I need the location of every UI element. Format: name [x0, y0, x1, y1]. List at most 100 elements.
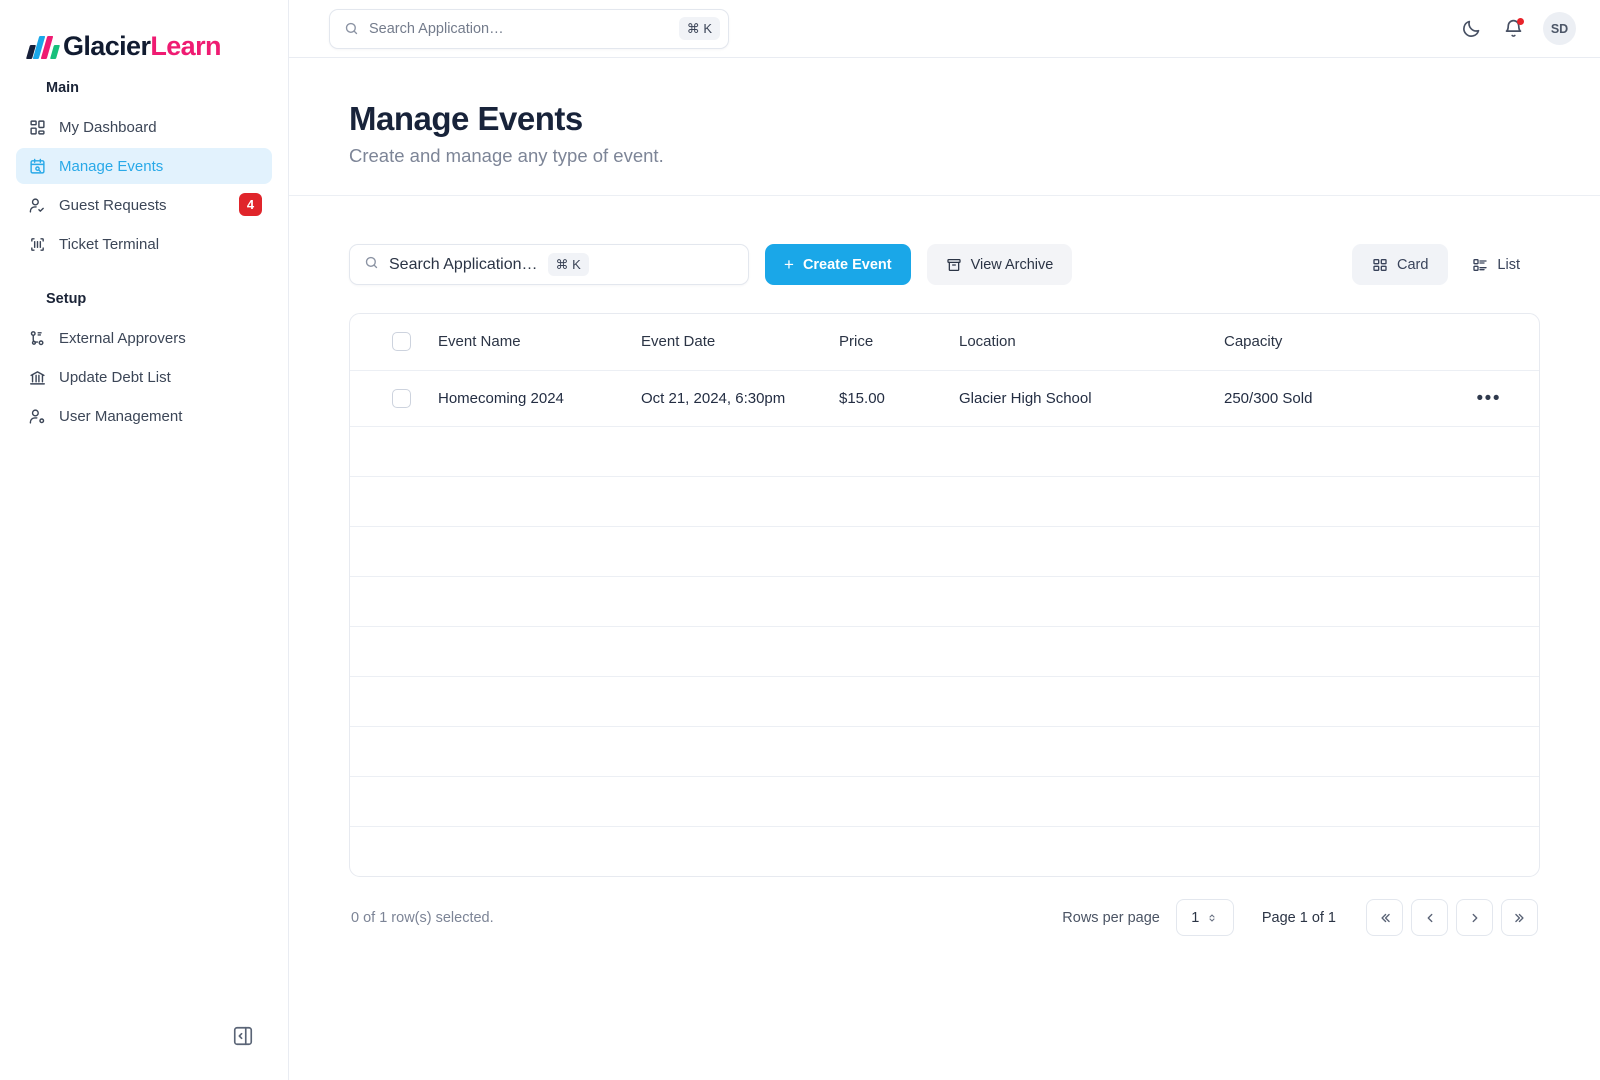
- status-badge: 4: [239, 193, 262, 216]
- chevron-updown-icon: [1206, 912, 1218, 924]
- sidebar-item-ticket-terminal[interactable]: Ticket Terminal: [16, 226, 272, 262]
- column-header-location[interactable]: Location: [959, 314, 1224, 371]
- workflow-icon: [28, 329, 47, 348]
- global-search-shortcut: ⌘ K: [678, 17, 720, 40]
- table-header: Event Name Event Date Price Location Cap…: [350, 314, 1539, 371]
- view-archive-label: View Archive: [970, 256, 1054, 273]
- sidebar-item-label: Guest Requests: [59, 196, 167, 214]
- view-toggle-list[interactable]: List: [1452, 244, 1540, 285]
- grid-icon: [1372, 257, 1388, 273]
- avatar[interactable]: SD: [1543, 12, 1576, 45]
- create-event-button[interactable]: + Create Event: [765, 244, 911, 285]
- selection-summary: 0 of 1 row(s) selected.: [351, 909, 494, 926]
- cell-price: $15.00: [839, 370, 959, 427]
- column-header-price[interactable]: Price: [839, 314, 959, 371]
- next-page-button[interactable]: [1456, 899, 1493, 936]
- table-empty-row: [350, 776, 1539, 827]
- content-area: Search Application… ⌘ K + Create Event V…: [289, 196, 1600, 936]
- search-shortcut: ⌘ K: [547, 253, 589, 276]
- sidebar: GlacierLearn Main My Dashboard Manage Ev…: [0, 0, 289, 1080]
- app-logo[interactable]: GlacierLearn: [0, 0, 288, 62]
- user-check-icon: [28, 196, 47, 215]
- column-header-event-name[interactable]: Event Name: [438, 314, 641, 371]
- sidebar-item-user-management[interactable]: User Management: [16, 398, 272, 434]
- page-title: Manage Events: [349, 100, 583, 137]
- table-empty-row: [350, 826, 1539, 876]
- logo-text-secondary: Learn: [150, 30, 221, 61]
- notification-dot: [1517, 17, 1524, 25]
- table-header-row: Event Name Event Date Price Location Cap…: [350, 314, 1539, 371]
- row-checkbox[interactable]: [392, 388, 411, 408]
- table-row[interactable]: Homecoming 2024 Oct 21, 2024, 6:30pm $15…: [350, 370, 1539, 427]
- global-search-placeholder: Search Application…: [369, 20, 504, 37]
- rows-per-page-value: 1: [1191, 909, 1200, 926]
- table-empty-row: [350, 576, 1539, 627]
- cell-event-date: Oct 21, 2024, 6:30pm: [641, 370, 839, 427]
- topbar-actions: SD: [1459, 12, 1576, 45]
- search-icon: [344, 21, 359, 36]
- bell-icon[interactable]: [1501, 17, 1525, 41]
- archive-icon: [946, 257, 962, 273]
- table-footer: 0 of 1 row(s) selected. Rows per page 1 …: [349, 877, 1540, 936]
- glacier-logo-mark-icon: [25, 33, 61, 59]
- toolbar: Search Application… ⌘ K + Create Event V…: [349, 244, 1540, 285]
- moon-icon[interactable]: [1459, 17, 1483, 41]
- table-empty-row: [350, 726, 1539, 777]
- table-empty-row: [350, 426, 1539, 477]
- prev-page-button[interactable]: [1411, 899, 1448, 936]
- sidebar-item-my-dashboard[interactable]: My Dashboard: [16, 109, 272, 145]
- table-empty-row: [350, 526, 1539, 577]
- page-nav-buttons: [1366, 899, 1538, 936]
- rows-per-page-stepper[interactable]: 1: [1175, 899, 1234, 936]
- view-toggle-card[interactable]: Card: [1351, 244, 1449, 285]
- sidebar-item-external-approvers[interactable]: External Approvers: [16, 320, 272, 356]
- sidebar-item-label: My Dashboard: [59, 118, 157, 136]
- view-archive-button[interactable]: View Archive: [926, 244, 1073, 285]
- table-empty-row: [350, 626, 1539, 677]
- view-toggle-card-label: Card: [1396, 256, 1429, 273]
- create-event-label: Create Event: [802, 256, 892, 273]
- sidebar-item-label: Ticket Terminal: [59, 235, 160, 253]
- dashboard-icon: [28, 118, 47, 137]
- column-header-event-date[interactable]: Event Date: [641, 314, 839, 371]
- ellipsis-icon[interactable]: •••: [1477, 388, 1501, 409]
- page-indicator: Page 1 of 1: [1261, 909, 1336, 926]
- table-body: Homecoming 2024 Oct 21, 2024, 6:30pm $15…: [350, 370, 1539, 876]
- logo-text-primary: Glacier: [63, 30, 151, 61]
- cell-actions: •••: [1449, 370, 1539, 427]
- page-subtitle: Create and manage any type of event.: [349, 145, 664, 166]
- first-page-button[interactable]: [1366, 899, 1403, 936]
- table-empty-row: [350, 676, 1539, 727]
- sidebar-item-label: External Approvers: [59, 329, 186, 347]
- cell-capacity: 250/300 Sold: [1224, 370, 1449, 427]
- search-input[interactable]: Search Application… ⌘ K: [349, 244, 749, 285]
- sidebar-item-update-debt-list[interactable]: Update Debt List: [16, 359, 272, 395]
- app-root: GlacierLearn Main My Dashboard Manage Ev…: [0, 0, 1600, 1080]
- sidebar-item-label: User Management: [59, 407, 183, 425]
- view-toggle-group: Card List: [1351, 244, 1540, 285]
- plus-icon: +: [784, 255, 794, 274]
- list-icon: [1472, 257, 1488, 273]
- select-all-checkbox[interactable]: [392, 332, 411, 352]
- view-toggle-list-label: List: [1497, 256, 1520, 273]
- sidebar-section-main-title: Main: [46, 80, 80, 96]
- cell-event-name: Homecoming 2024: [438, 370, 641, 427]
- sidebar-item-guest-requests[interactable]: Guest Requests 4: [16, 187, 272, 223]
- search-placeholder: Search Application…: [389, 255, 538, 273]
- row-select-cell: [350, 370, 438, 427]
- main-area: Search Application… ⌘ K SD Manage Events…: [289, 0, 1600, 1080]
- sidebar-item-manage-events[interactable]: Manage Events: [16, 148, 272, 184]
- column-header-actions: [1449, 314, 1539, 371]
- panel-collapse-icon[interactable]: [232, 1025, 254, 1047]
- user-cog-icon: [28, 407, 47, 426]
- sidebar-item-label: Manage Events: [59, 157, 164, 175]
- last-page-button[interactable]: [1501, 899, 1538, 936]
- events-table: Event Name Event Date Price Location Cap…: [349, 313, 1540, 877]
- select-all-header: [350, 314, 438, 371]
- bank-icon: [28, 368, 47, 387]
- calendar-search-icon: [28, 157, 47, 176]
- global-search-input[interactable]: Search Application… ⌘ K: [329, 8, 729, 49]
- column-header-capacity[interactable]: Capacity: [1224, 314, 1449, 371]
- rows-per-page-label: Rows per page: [1062, 909, 1160, 926]
- page-header: Manage Events Create and manage any type…: [289, 58, 1600, 195]
